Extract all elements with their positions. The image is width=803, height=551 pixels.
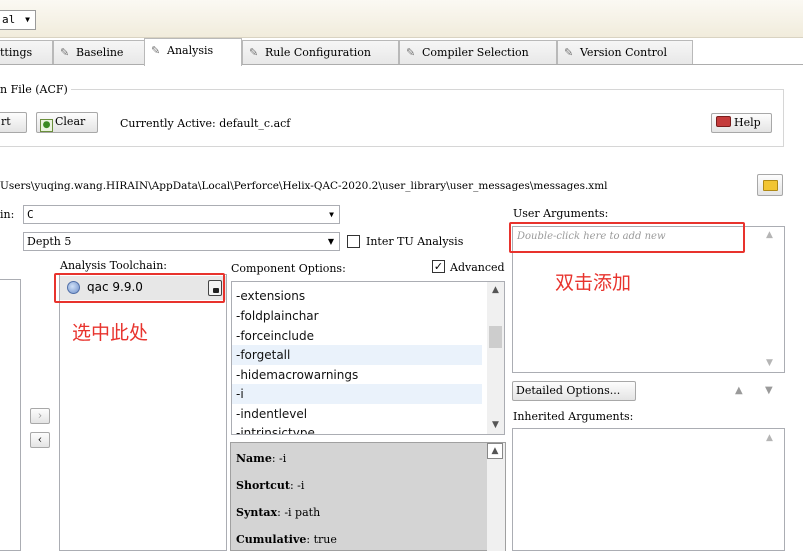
depth-value: Depth 5: [27, 235, 72, 248]
browse-folder-button[interactable]: [757, 174, 783, 196]
tab-settings[interactable]: ttings: [0, 40, 53, 65]
list-item[interactable]: -indentlevel: [232, 404, 482, 424]
wrench-icon: ✎: [60, 46, 70, 59]
detail-shortcut: Shortcut: -i: [236, 479, 305, 492]
detail-name-key: Name: [236, 452, 272, 465]
analysis-toolchain-label: Analysis Toolchain:: [60, 259, 167, 272]
clear-button[interactable]: ● Clear: [36, 112, 98, 133]
tab-label: Version Control: [580, 46, 668, 59]
tab-label: ttings: [0, 46, 33, 59]
chevron-down-icon: ▼: [25, 15, 30, 24]
chevron-down-icon: ▼: [329, 210, 334, 219]
scrollbar-thumb[interactable]: [489, 326, 502, 348]
tab-strip: ttings ✎ Baseline ✎ Analysis ✎ Rule Configu…: [0, 38, 803, 66]
preset-dropdown[interactable]: al ▼: [0, 10, 36, 30]
detail-cumulative-key: Cumulative: [236, 533, 307, 546]
depth-combo[interactable]: Depth 5 ▼: [23, 232, 340, 251]
wrench-icon: ✎: [249, 46, 259, 59]
component-options-label: Component Options:: [231, 262, 346, 275]
list-item[interactable]: -forgetall: [232, 345, 482, 365]
detail-syntax-key: Syntax: [236, 506, 278, 519]
options-scrollbar[interactable]: ▲ ▼: [487, 282, 504, 434]
folder-icon: [763, 180, 778, 191]
details-scrollbar[interactable]: ▲: [487, 443, 505, 551]
currently-active-text: Currently Active: default_c.acf: [120, 117, 291, 130]
list-item[interactable]: -forceinclude: [232, 326, 482, 346]
wrench-icon: ✎: [151, 44, 161, 57]
clear-label: Clear: [55, 115, 86, 128]
messages-file-path: Users\yuqing.wang.HIRAIN\AppData\Local\P…: [0, 180, 608, 192]
acf-group-title: n File (ACF): [0, 83, 71, 96]
detail-name-value: -i: [279, 452, 287, 465]
language-combo[interactable]: C ▼: [23, 205, 340, 224]
component-options-list[interactable]: -extensions -foldplainchar -forceinclude…: [231, 281, 505, 435]
preset-value: al: [2, 13, 16, 26]
inter-tu-label: Inter TU Analysis: [366, 235, 464, 248]
tab-analysis[interactable]: ✎ Analysis: [144, 38, 242, 66]
tab-rule-configuration[interactable]: ✎ Rule Configuration: [242, 40, 399, 65]
detail-syntax: Syntax: -i path: [236, 506, 321, 519]
clear-icon: ●: [40, 119, 53, 132]
help-button[interactable]: Help: [711, 113, 772, 133]
analysis-toolchain-list[interactable]: [59, 274, 227, 551]
available-components-list[interactable]: [0, 279, 21, 551]
select-here-annotation: 选中此处: [72, 322, 149, 344]
tab-compiler-selection[interactable]: ✎ Compiler Selection: [399, 40, 557, 65]
list-item[interactable]: -hidemacrowarnings: [232, 365, 482, 385]
tab-label: Analysis: [167, 44, 214, 57]
list-item[interactable]: -foldplainchar: [232, 306, 482, 326]
add-component-button[interactable]: ›: [30, 408, 50, 424]
inherited-arguments-label: Inherited Arguments:: [513, 410, 634, 423]
remove-component-button[interactable]: ‹: [30, 432, 50, 448]
move-up-icon[interactable]: ▲: [735, 385, 743, 396]
tab-label: Baseline: [76, 46, 124, 59]
scroll-up-icon[interactable]: ▲: [766, 433, 773, 443]
scroll-down-icon[interactable]: ▼: [766, 358, 773, 368]
help-icon: [716, 116, 731, 127]
acf-group: [0, 89, 784, 147]
inherited-arguments-list[interactable]: [512, 428, 785, 551]
arrow-left-icon: ‹: [37, 433, 43, 446]
detail-cumulative-value: true: [313, 533, 337, 546]
language-value: C: [27, 208, 34, 221]
scroll-up-icon[interactable]: ▲: [487, 282, 504, 299]
detail-shortcut-value: -i: [297, 479, 305, 492]
import-label: rt: [1, 115, 11, 128]
toolchain-label: in:: [0, 208, 15, 221]
detail-shortcut-key: Shortcut: [236, 479, 290, 492]
list-item[interactable]: -extensions: [232, 286, 482, 306]
user-arguments-label: User Arguments:: [513, 207, 609, 220]
inter-tu-checkbox[interactable]: [347, 235, 360, 248]
list-item[interactable]: -i: [232, 384, 482, 404]
detailed-options-button[interactable]: Detailed Options...: [512, 381, 636, 401]
scroll-up-icon[interactable]: ▲: [487, 443, 503, 459]
double-click-highlight: [509, 222, 745, 253]
tab-baseline[interactable]: ✎ Baseline: [53, 40, 145, 65]
move-down-icon[interactable]: ▼: [765, 385, 773, 396]
advanced-checkbox[interactable]: ✓: [432, 260, 445, 273]
wrench-icon: ✎: [564, 46, 574, 59]
checkmark-icon: ✓: [433, 260, 444, 273]
select-here-highlight: [54, 273, 225, 303]
help-label: Help: [734, 116, 761, 129]
chevron-down-icon: ▼: [327, 237, 334, 246]
detail-syntax-value: -i path: [284, 506, 321, 519]
detailed-options-label: Detailed Options...: [516, 384, 621, 397]
tab-version-control[interactable]: ✎ Version Control: [557, 40, 693, 65]
import-button[interactable]: rt: [0, 112, 27, 133]
tab-label: Compiler Selection: [422, 46, 529, 59]
top-toolbar: [0, 0, 803, 38]
scroll-up-icon[interactable]: ▲: [766, 230, 773, 240]
detail-name: Name: -i: [236, 452, 287, 465]
arrow-right-icon: ›: [37, 409, 43, 422]
scroll-down-icon[interactable]: ▼: [487, 417, 504, 434]
tab-label: Rule Configuration: [265, 46, 371, 59]
double-click-annotation: 双击添加: [555, 272, 632, 294]
advanced-label: Advanced: [450, 261, 505, 274]
detail-cumulative: Cumulative: true: [236, 533, 337, 546]
list-item[interactable]: -intrinsictype: [232, 423, 482, 434]
wrench-icon: ✎: [406, 46, 416, 59]
